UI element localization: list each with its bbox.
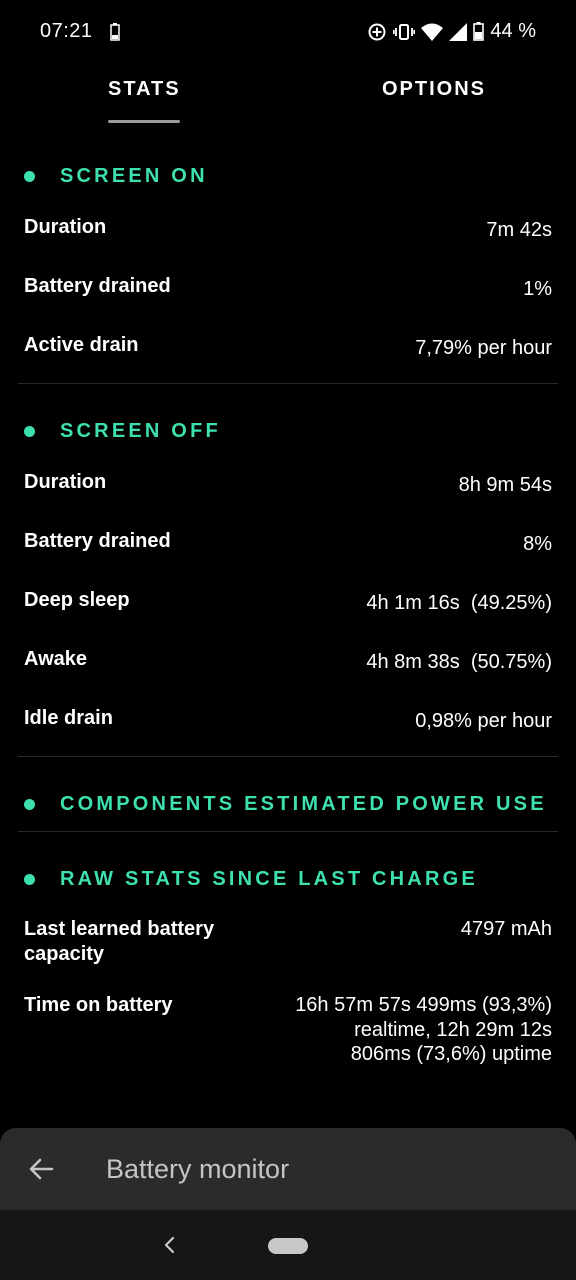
bullet-dot-icon bbox=[24, 799, 35, 810]
stat-label: Idle drain bbox=[24, 707, 113, 729]
system-nav-bar bbox=[0, 1210, 576, 1280]
stat-label: Active drain bbox=[24, 334, 139, 356]
stat-value: 7,79% per hour bbox=[415, 337, 552, 359]
section-header-raw-stats: RAW STATS SINCE LAST CHARGE bbox=[0, 853, 576, 909]
stat-row: Deep sleep 4h 1m 16s (49.25%) bbox=[0, 579, 576, 638]
stat-row: Idle drain 0,98% per hour bbox=[0, 697, 576, 743]
cell-signal-icon bbox=[449, 22, 468, 41]
stat-value: 4h 8m 38s (50.75%) bbox=[366, 651, 552, 673]
stat-label: Last learned battery capacity bbox=[24, 918, 215, 965]
section-title: COMPONENTS ESTIMATED POWER USE bbox=[60, 793, 547, 815]
bottom-app-bar: Battery monitor bbox=[0, 1128, 576, 1210]
nav-home-pill[interactable] bbox=[268, 1238, 308, 1254]
app-title: Battery monitor bbox=[106, 1154, 290, 1184]
stat-value: 8h 9m 54s bbox=[458, 474, 552, 496]
stat-row: Active drain 7,79% per hour bbox=[0, 324, 576, 370]
data-saver-icon bbox=[367, 22, 387, 42]
divider bbox=[18, 756, 558, 757]
stat-value: 4h 1m 16s (49.25%) bbox=[366, 592, 552, 614]
stat-label: Battery drained bbox=[24, 530, 171, 552]
section-header-components[interactable]: COMPONENTS ESTIMATED POWER USE bbox=[0, 778, 576, 818]
stat-label: Awake bbox=[24, 648, 88, 670]
section-header-screen-off: SCREEN OFF bbox=[0, 405, 576, 461]
battery-small-icon bbox=[110, 23, 120, 46]
stat-label: Duration bbox=[24, 471, 107, 493]
stat-row: Battery drained 1% bbox=[0, 265, 576, 324]
stat-label: Duration bbox=[24, 216, 107, 238]
section-title: SCREEN OFF bbox=[60, 420, 221, 442]
stat-row: Duration 7m 42s bbox=[0, 206, 576, 265]
section-title: RAW STATS SINCE LAST CHARGE bbox=[60, 868, 478, 890]
stats-content[interactable]: SCREEN ON Duration 7m 42s Battery draine… bbox=[0, 150, 576, 1103]
status-icons: 44 % bbox=[367, 20, 536, 43]
stat-row: Battery drained 8% bbox=[0, 520, 576, 579]
section-header-screen-on: SCREEN ON bbox=[0, 150, 576, 206]
arrow-back-icon[interactable] bbox=[28, 1156, 54, 1187]
stat-row: Last learned battery capacity 4797 mAh bbox=[0, 917, 576, 993]
stat-value: 1% bbox=[523, 278, 552, 300]
divider bbox=[18, 831, 558, 832]
tab-stats[interactable]: STATS bbox=[108, 78, 181, 101]
bullet-dot-icon bbox=[24, 171, 35, 182]
status-bar: 07:21 44 % bbox=[0, 0, 576, 64]
nav-back-icon[interactable] bbox=[162, 1234, 178, 1261]
stat-value: 16h 57m 57s 499ms (93,3%) realtime, 12h … bbox=[295, 994, 552, 1065]
stat-value: 0,98% per hour bbox=[415, 710, 552, 732]
bullet-dot-icon bbox=[24, 874, 35, 885]
tab-bar: STATS OPTIONS bbox=[0, 64, 576, 126]
battery-percent: 44 % bbox=[490, 20, 536, 42]
stat-label: Deep sleep bbox=[24, 589, 130, 611]
wifi-icon bbox=[421, 23, 444, 41]
stat-label: Battery drained bbox=[24, 275, 171, 297]
tab-indicator bbox=[108, 120, 180, 123]
stat-row: Awake 4h 8m 38s (50.75%) bbox=[0, 638, 576, 697]
stat-row: Duration 8h 9m 54s bbox=[0, 461, 576, 520]
stat-value: 8% bbox=[523, 533, 552, 555]
vibrate-icon bbox=[393, 22, 416, 42]
stat-label: Time on battery bbox=[24, 994, 173, 1016]
battery-icon bbox=[473, 22, 485, 41]
stat-value: 4797 mAh bbox=[460, 918, 552, 940]
stat-value: 7m 42s bbox=[486, 219, 552, 241]
section-title: SCREEN ON bbox=[60, 165, 208, 187]
tab-options[interactable]: OPTIONS bbox=[382, 78, 486, 101]
clock: 07:21 bbox=[40, 20, 93, 42]
stat-row: Time on battery 16h 57m 57s 499ms (93,3%… bbox=[0, 993, 576, 1103]
bullet-dot-icon bbox=[24, 426, 35, 437]
divider bbox=[18, 383, 558, 384]
